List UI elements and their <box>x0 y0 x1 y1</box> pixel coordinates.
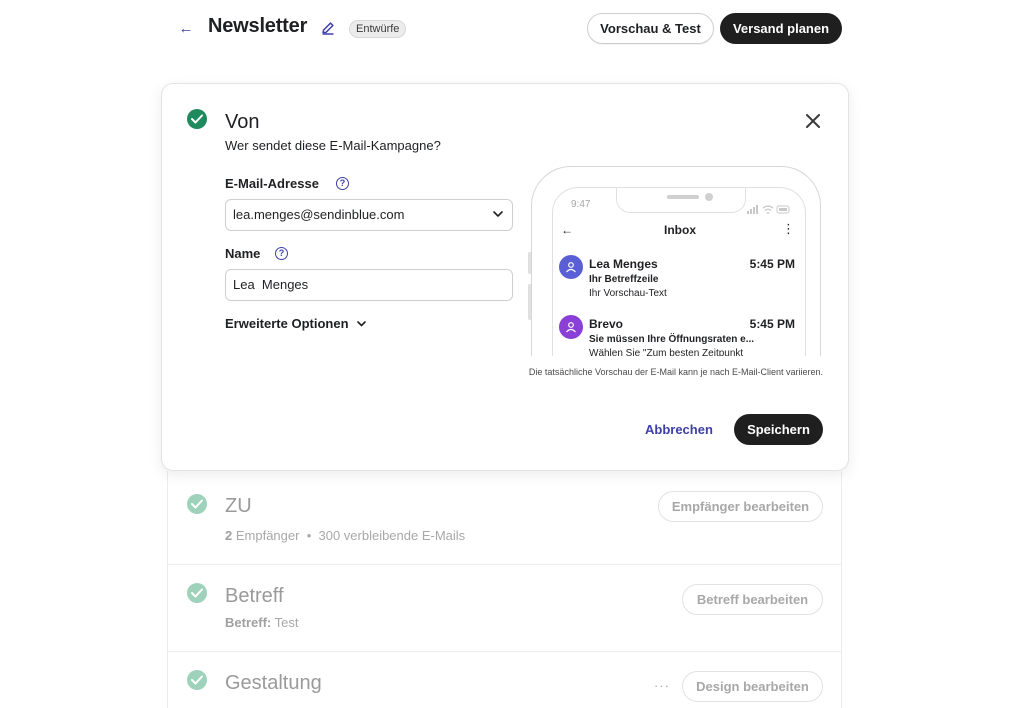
mail-sender: Brevo <box>589 317 624 331</box>
recipients-count: 2 <box>225 528 233 543</box>
check-circle-icon <box>187 670 207 690</box>
page-title: Newsletter <box>208 15 308 37</box>
subject-key: Betreff: <box>225 615 272 630</box>
name-input-value: Lea Menges <box>233 277 309 292</box>
check-circle-icon <box>187 494 207 514</box>
mail-subject: Ihr Betreffzeile <box>589 274 659 285</box>
preview-test-button[interactable]: Vorschau & Test <box>587 13 714 44</box>
cancel-button[interactable]: Abbrechen <box>645 422 713 437</box>
edit-design-button[interactable]: Design bearbeiten <box>682 671 823 702</box>
more-vertical-icon: ⋮ <box>782 221 795 236</box>
avatar <box>559 255 583 279</box>
separator-dot: • <box>303 528 315 543</box>
section-subtitle: Wer sendet diese E-Mail-Kampagne? <box>225 138 441 153</box>
back-arrow-icon[interactable]: ← <box>176 20 196 38</box>
chevron-down-icon <box>493 211 503 218</box>
edit-recipients-button[interactable]: Empfänger bearbeiten <box>658 491 823 522</box>
advanced-options-label: Erweiterte Optionen <box>225 316 349 331</box>
subject-summary: Betreff: Test <box>225 615 298 630</box>
help-icon[interactable]: ? <box>275 247 288 260</box>
design-section: Gestaltung ··· Design bearbeiten <box>168 652 841 708</box>
camera-dot <box>705 193 713 201</box>
more-options-icon[interactable]: ··· <box>654 678 670 693</box>
inbox-title: Inbox <box>664 223 696 237</box>
mail-sender: Lea Menges <box>589 257 658 271</box>
preview-disclaimer: Die tatsächliche Vorschau der E-Mail kan… <box>528 367 824 377</box>
schedule-send-button[interactable]: Versand planen <box>720 13 842 44</box>
section-title: ZU <box>225 495 252 517</box>
help-icon[interactable]: ? <box>336 177 349 190</box>
mail-preview-text: Wählen Sie "Zum besten Zeitpunkt <box>589 348 744 356</box>
recipients-label: Empfänger <box>235 528 300 543</box>
check-circle-icon <box>187 109 207 129</box>
phone-screen: 9:47 ← Inbox ⋮ Lea Menges 5:45 PM Ihr Be… <box>552 187 806 356</box>
advanced-options-toggle[interactable]: Erweiterte Optionen <box>225 316 366 331</box>
mail-time: 5:45 PM <box>749 317 795 331</box>
campaign-sections: ZU 2 Empfänger • 300 verbleibende E-Mail… <box>167 471 842 708</box>
section-title: Betreff <box>225 585 284 607</box>
phone-preview: 9:47 ← Inbox ⋮ Lea Menges 5:45 PM Ihr Be… <box>528 166 824 356</box>
email-label: E-Mail-Adresse <box>225 176 319 191</box>
name-input[interactable]: Lea Menges <box>225 269 513 301</box>
close-icon[interactable] <box>803 111 823 131</box>
status-icons <box>747 201 791 219</box>
section-title: Von <box>225 111 260 133</box>
edit-subject-button[interactable]: Betreff bearbeiten <box>682 584 823 615</box>
to-section: ZU 2 Empfänger • 300 verbleibende E-Mail… <box>168 471 841 564</box>
email-select[interactable]: lea.menges@sendinblue.com <box>225 199 513 231</box>
mail-preview-text: Ihr Vorschau-Text <box>589 288 667 299</box>
section-title: Gestaltung <box>225 672 322 694</box>
check-circle-icon <box>187 583 207 603</box>
name-label: Name <box>225 246 261 261</box>
phone-clock: 9:47 <box>571 199 591 210</box>
remaining-emails: 300 verbleibende E-Mails <box>318 528 466 543</box>
speaker-grill <box>667 195 699 199</box>
mail-subject: Sie müssen Ihre Öffnungsraten e... <box>589 334 755 345</box>
recipients-summary: 2 Empfänger • 300 verbleibende E-Mails <box>225 528 465 543</box>
phone-notch <box>616 188 746 213</box>
page-header: ← Newsletter Entwürfe Vorschau & Test Ve… <box>0 0 1024 60</box>
subject-value: Test <box>274 615 299 630</box>
subject-section: Betreff Betreff: Test Betreff bearbeiten <box>168 565 841 651</box>
chevron-down-icon <box>357 321 366 327</box>
save-button[interactable]: Speichern <box>734 414 823 445</box>
mail-time: 5:45 PM <box>749 257 795 271</box>
phone-frame: 9:47 ← Inbox ⋮ Lea Menges 5:45 PM Ihr Be… <box>531 166 821 356</box>
from-section-card: Von Wer sendet diese E-Mail-Kampagne? E-… <box>161 83 849 471</box>
avatar <box>559 315 583 339</box>
pencil-icon[interactable] <box>320 20 336 36</box>
status-badge: Entwürfe <box>349 20 407 38</box>
email-select-value: lea.menges@sendinblue.com <box>233 207 405 222</box>
